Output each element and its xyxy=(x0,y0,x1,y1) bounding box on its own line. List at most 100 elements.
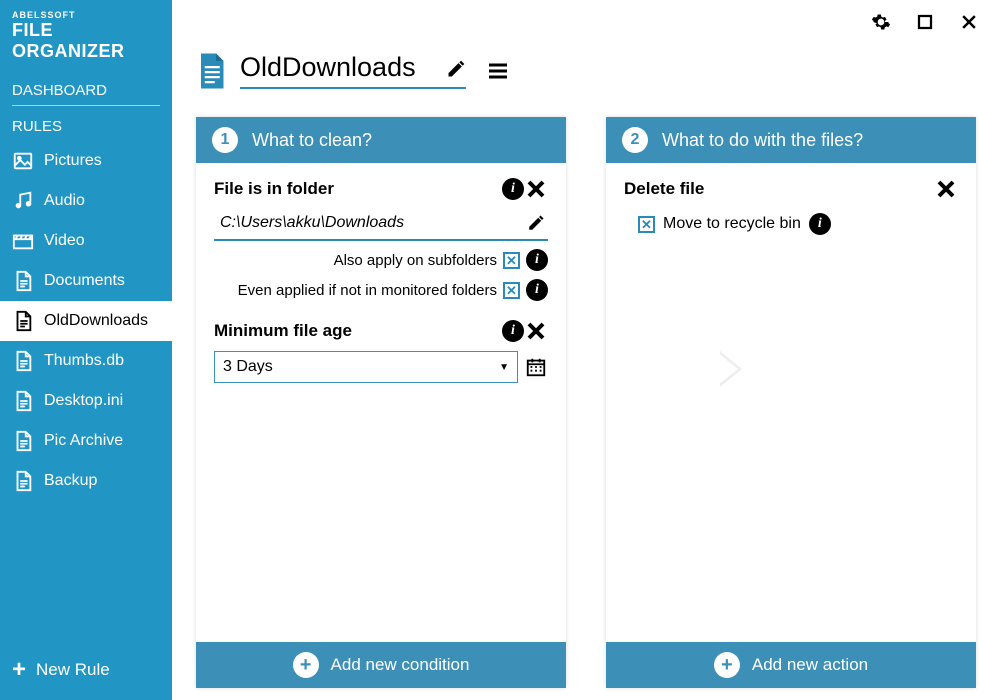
doc-icon xyxy=(196,53,226,89)
option-label: Even applied if not in monitored folders xyxy=(238,282,497,299)
doc-icon xyxy=(12,470,34,492)
option-label: Also apply on subfolders xyxy=(334,252,497,269)
edit-path-button[interactable] xyxy=(524,211,548,235)
add-action-button[interactable]: + Add new action xyxy=(606,642,976,688)
panel-heading-label: What to clean? xyxy=(252,130,372,151)
chevron-down-icon: ▼ xyxy=(499,362,509,373)
settings-button[interactable] xyxy=(870,11,892,33)
condition-folder: File is in folder i C:\Users\akku\Downlo… xyxy=(214,177,548,301)
brand-bottom: FILE ORGANIZER xyxy=(12,20,160,62)
calendar-icon xyxy=(525,356,547,378)
panel-header-actions: 2 What to do with the files? xyxy=(606,117,976,163)
close-icon xyxy=(934,177,958,201)
sidebar-item-thumbsdb[interactable]: Thumbs.db xyxy=(0,341,172,381)
sidebar: ABELSSOFT FILE ORGANIZER DASHBOARD RULES… xyxy=(0,0,172,700)
pencil-icon xyxy=(527,214,545,232)
panel-body-conditions: File is in folder i C:\Users\akku\Downlo… xyxy=(196,163,566,642)
page-title: OldDownloads xyxy=(240,52,466,89)
sidebar-item-video[interactable]: Video xyxy=(0,221,172,261)
info-button[interactable]: i xyxy=(502,178,524,200)
panel-conditions: 1 What to clean? File is in folder i C:\… xyxy=(196,117,566,688)
panel-actions: 2 What to do with the files? Delete file… xyxy=(606,117,976,688)
sidebar-item-desktopini[interactable]: Desktop.ini xyxy=(0,381,172,421)
panel-heading-label: What to do with the files? xyxy=(662,130,863,151)
sidebar-item-picarchive[interactable]: Pic Archive xyxy=(0,421,172,461)
sidebar-item-audio[interactable]: Audio xyxy=(0,181,172,221)
remove-condition-button[interactable] xyxy=(524,319,548,343)
sidebar-item-label: Pictures xyxy=(44,152,102,170)
close-icon xyxy=(959,12,979,32)
option-subfolders-row: Also apply on subfolders ✕ i xyxy=(214,249,548,271)
option-recycle-row: ✕ Move to recycle bin i xyxy=(624,213,958,235)
add-action-label: Add new action xyxy=(752,655,868,675)
info-button[interactable]: i xyxy=(809,213,831,235)
menu-button[interactable] xyxy=(486,59,510,83)
new-rule-label: New Rule xyxy=(36,660,110,680)
condition-title: Minimum file age xyxy=(214,321,502,341)
remove-condition-button[interactable] xyxy=(524,177,548,201)
sidebar-item-pictures[interactable]: Pictures xyxy=(0,141,172,181)
step-badge: 1 xyxy=(212,127,238,153)
sidebar-item-label: Pic Archive xyxy=(44,432,123,450)
folder-path: C:\Users\akku\Downloads xyxy=(214,214,524,232)
hamburger-icon xyxy=(486,57,510,85)
sidebar-item-olddownloads[interactable]: OldDownloads xyxy=(0,301,172,341)
brand-logo: ABELSSOFT FILE ORGANIZER xyxy=(0,10,172,72)
content-area: 1 What to clean? File is in folder i C:\… xyxy=(172,107,1000,700)
rename-button[interactable] xyxy=(444,57,468,81)
info-button[interactable]: i xyxy=(526,249,548,271)
close-button[interactable] xyxy=(958,11,980,33)
video-icon xyxy=(12,230,34,252)
age-select-value: 3 Days xyxy=(223,358,273,376)
doc-icon xyxy=(12,390,34,412)
sidebar-item-label: Video xyxy=(44,232,85,250)
doc-icon xyxy=(12,350,34,372)
checkbox-recycle[interactable]: ✕ xyxy=(638,216,655,233)
close-icon xyxy=(524,319,548,343)
step-badge: 2 xyxy=(622,127,648,153)
plus-icon: + xyxy=(12,656,26,684)
add-condition-label: Add new condition xyxy=(331,655,470,675)
nav-dashboard[interactable]: DASHBOARD xyxy=(0,72,172,105)
info-button[interactable]: i xyxy=(526,279,548,301)
main-area: OldDownloads 1 What to clean? File is in… xyxy=(172,0,1000,700)
sidebar-item-label: OldDownloads xyxy=(44,312,148,330)
new-rule-button[interactable]: + New Rule xyxy=(0,640,172,700)
sidebar-item-backup[interactable]: Backup xyxy=(0,461,172,501)
image-icon xyxy=(12,150,34,172)
gear-icon xyxy=(871,12,891,32)
action-delete: Delete file xyxy=(624,177,958,201)
checkbox-subfolders[interactable]: ✕ xyxy=(503,252,520,269)
action-title: Delete file xyxy=(624,179,934,199)
doc-icon xyxy=(12,310,34,332)
option-nonmonitored-row: Even applied if not in monitored folders… xyxy=(214,279,548,301)
panel-connector xyxy=(718,353,738,385)
sidebar-item-documents[interactable]: Documents xyxy=(0,261,172,301)
sidebar-item-label: Audio xyxy=(44,192,85,210)
age-select[interactable]: 3 Days ▼ xyxy=(214,351,518,383)
plus-icon: + xyxy=(714,652,740,678)
nav-rules-heading: RULES xyxy=(0,108,172,141)
remove-action-button[interactable] xyxy=(934,177,958,201)
maximize-button[interactable] xyxy=(914,11,936,33)
panel-body-actions: Delete file ✕ Move to recycle bin i xyxy=(606,163,976,642)
pencil-icon xyxy=(446,59,466,79)
add-condition-button[interactable]: + Add new condition xyxy=(196,642,566,688)
option-label: Move to recycle bin xyxy=(663,215,801,233)
maximize-icon xyxy=(916,13,934,31)
sidebar-item-label: Documents xyxy=(44,272,125,290)
calendar-button[interactable] xyxy=(524,355,548,379)
panel-header-conditions: 1 What to clean? xyxy=(196,117,566,163)
sidebar-item-label: Desktop.ini xyxy=(44,392,123,410)
divider xyxy=(12,105,160,106)
checkbox-nonmonitored[interactable]: ✕ xyxy=(503,282,520,299)
music-icon xyxy=(12,190,34,212)
sidebar-item-label: Backup xyxy=(44,472,97,490)
brand-top: ABELSSOFT xyxy=(12,10,160,20)
condition-age: Minimum file age i 3 Days ▼ xyxy=(214,319,548,383)
doc-icon xyxy=(12,270,34,292)
doc-icon xyxy=(12,430,34,452)
page-header: OldDownloads xyxy=(172,44,1000,107)
info-button[interactable]: i xyxy=(502,320,524,342)
titlebar xyxy=(172,0,1000,44)
